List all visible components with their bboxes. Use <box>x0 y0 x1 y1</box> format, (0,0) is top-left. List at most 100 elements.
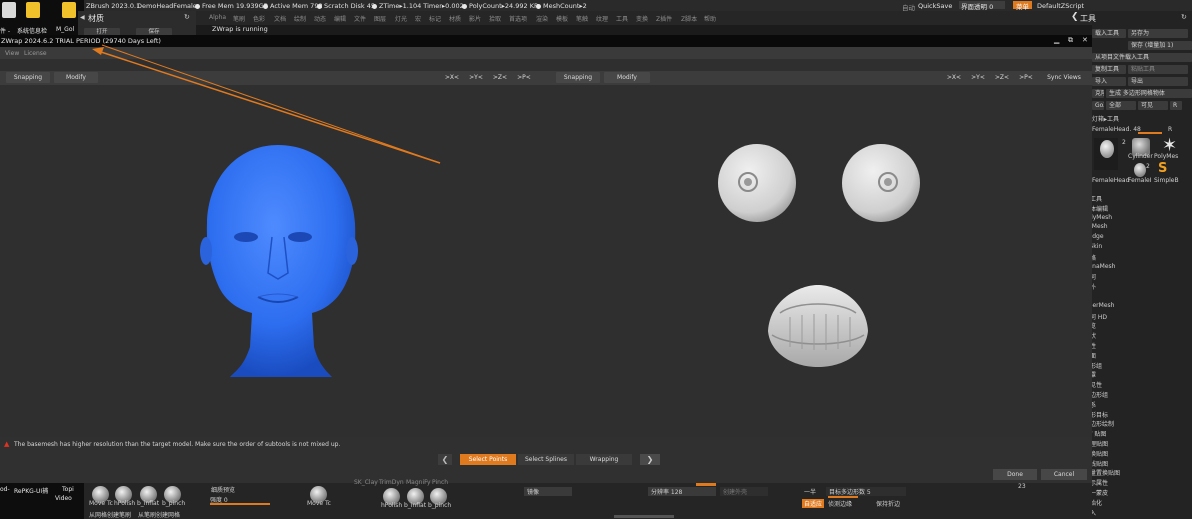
tab-select-points[interactable]: Select Points <box>460 454 516 465</box>
adaptive-toggle[interactable]: 自适应 <box>802 499 825 508</box>
visible-button[interactable]: 可见 <box>1138 101 1168 110</box>
left-axis-y-button[interactable]: >Y< <box>466 72 486 83</box>
refresh-icon[interactable]: ↻ <box>184 13 190 21</box>
make-polymesh-button[interactable]: 生成 多边形网格物体 <box>1106 89 1192 98</box>
menu-edit[interactable]: 编辑 <box>334 14 346 23</box>
tool-subpalette-item[interactable]: 初始化 <box>1084 498 1184 508</box>
tool-subpalette-item[interactable]: 形状 <box>1084 331 1184 341</box>
load-tool-button[interactable]: 载入工具 <box>1092 29 1126 38</box>
menu-transform[interactable]: 变换 <box>636 14 648 23</box>
menu-help[interactable]: 帮助 <box>704 14 716 23</box>
desktop-icon-3[interactable] <box>62 2 76 18</box>
tool-subpalette-item[interactable]: 统一蒙皮 <box>1084 488 1184 498</box>
tool-subpalette-item[interactable]: DynaMesh <box>1084 263 1184 273</box>
menu-draw[interactable]: 绘制 <box>294 14 306 23</box>
tool-subpalette-item[interactable]: 置换贴图 <box>1084 449 1184 459</box>
female-small-thumb-icon[interactable] <box>1134 163 1146 177</box>
menu-texture[interactable]: 纹理 <box>596 14 608 23</box>
menu-zplugin[interactable]: Z插件 <box>656 14 672 23</box>
tool-subpalette-item[interactable]: 预览 <box>1084 321 1184 331</box>
tool-subpalette-item[interactable]: 法线贴图 <box>1084 459 1184 469</box>
save-as-button[interactable]: 另存为 <box>1128 29 1188 38</box>
desktop-icon-2[interactable] <box>26 2 40 18</box>
create-mesh-from-brush-button[interactable]: 从笔刷创建网格 <box>138 510 180 519</box>
menu-picker[interactable]: 拾取 <box>489 14 501 23</box>
menu-document[interactable]: 文档 <box>274 14 286 23</box>
target-teeth-model[interactable] <box>768 285 868 367</box>
basemesh-head-model[interactable] <box>200 145 358 377</box>
tool-subpalette-item[interactable]: 变形组 <box>1084 361 1184 371</box>
interface-transparency-slider[interactable]: 界面透明 0 <box>959 1 1005 11</box>
tool-subpalette-item[interactable]: 可见性 <box>1084 380 1184 390</box>
target-poly-slider[interactable]: 目标多边形数 5 <box>826 487 906 496</box>
tool-subpalette-item[interactable]: FiberMesh <box>1084 302 1184 312</box>
menu-file[interactable]: 文件 <box>354 14 366 23</box>
left-axis-p-button[interactable]: >P< <box>514 72 534 83</box>
tool-subpalette-item[interactable]: ZoMesh <box>1084 223 1184 233</box>
right-axis-p-button[interactable]: >P< <box>1016 72 1036 83</box>
tool-subpalette-item[interactable]: UV 贴图 <box>1084 429 1184 439</box>
tool-subpalette-item[interactable]: k Skin <box>1084 243 1184 253</box>
tool-subpalette-item[interactable]: 变形目标 <box>1084 410 1184 420</box>
export-button[interactable]: 导出 <box>1128 77 1188 86</box>
menu-tool[interactable]: 工具 <box>616 14 628 23</box>
lightbox-tool-label[interactable]: 灯箱▸工具 <box>1092 114 1192 124</box>
tool-subpalette-item[interactable]: 遮罩 <box>1084 370 1184 380</box>
right-axis-x-button[interactable]: >X< <box>944 72 964 83</box>
tool-subpalette-item[interactable]: 子工具 <box>1084 194 1184 204</box>
tool-subpalette-item[interactable]: 显示属性 <box>1084 478 1184 488</box>
minimize-icon[interactable]: ▁ <box>1054 36 1059 44</box>
menu-stencil[interactable]: 模板 <box>556 14 568 23</box>
tool-slider-track[interactable] <box>1138 132 1162 134</box>
tool-subpalette-item[interactable]: 联系 <box>1084 400 1184 410</box>
save-increment-button[interactable]: 保存 (增量加 1) <box>1128 41 1192 50</box>
quicksave-button[interactable]: QuickSave <box>918 2 952 10</box>
close-icon[interactable]: ✕ <box>1082 36 1088 44</box>
target-right-eyeball[interactable] <box>842 144 920 222</box>
menu-light[interactable]: 灯光 <box>395 14 407 23</box>
target-poly-track[interactable] <box>828 496 858 498</box>
menu-marker[interactable]: 标记 <box>429 14 441 23</box>
collapse-arrow-icon[interactable]: ◀ <box>80 14 85 21</box>
menu-preferences[interactable]: 首选项 <box>509 14 527 23</box>
all-button[interactable]: 全部 <box>1106 101 1136 110</box>
tabs-next-chevron-icon[interactable]: ❯ <box>640 454 660 465</box>
tool-subpalette-item[interactable]: 多边形绘制 <box>1084 419 1184 429</box>
r-button[interactable]: R <box>1170 101 1182 110</box>
left-axis-z-button[interactable]: >Z< <box>490 72 510 83</box>
tool-subpalette-item[interactable]: PolyMesh <box>1084 214 1184 224</box>
goz-button[interactable]: GoZ <box>1092 101 1104 110</box>
keep-creases-button[interactable]: 保持折边 <box>876 499 900 508</box>
restore-icon[interactable]: ⧉ <box>1068 36 1073 45</box>
tool-subpalette-item[interactable]: 网格 <box>1084 253 1184 263</box>
tool-collapse-icon[interactable]: ❮ <box>1071 12 1079 22</box>
half-button[interactable]: 一半 <box>804 487 816 496</box>
tool-subpalette-item[interactable]: 表面 <box>1084 351 1184 361</box>
shelf-scroll-indicator[interactable] <box>614 515 674 518</box>
menu-movie[interactable]: 影片 <box>469 14 481 23</box>
tool-subpalette-item[interactable]: 几何 HD <box>1084 312 1184 322</box>
menu-material[interactable]: 材质 <box>449 14 461 23</box>
create-brush-from-mesh-button[interactable]: 从网格创建笔刷 <box>89 510 131 519</box>
import-button[interactable]: 导入 <box>1092 77 1126 86</box>
menu-render[interactable]: 渲染 <box>536 14 548 23</box>
cancel-button[interactable]: Cancel <box>1041 469 1087 480</box>
paste-tool-button[interactable]: 粘贴工具 <box>1128 65 1188 74</box>
tool-thumb-femalehead[interactable] <box>1094 138 1118 170</box>
default-zscript-button[interactable]: DefaultZScript <box>1037 2 1084 10</box>
menu-zscript[interactable]: Z脚本 <box>681 14 697 23</box>
menu-macro[interactable]: 宏 <box>415 14 421 23</box>
right-modify-button[interactable]: Modify <box>604 72 650 83</box>
tool-subpalette-item[interactable]: 纹理贴图 <box>1084 439 1184 449</box>
mirror-button[interactable]: 镜像 <box>524 487 572 496</box>
menu-button[interactable]: 菜单 <box>1013 1 1032 11</box>
load-from-project-button[interactable]: 从项目文件载入工具 <box>1092 53 1192 62</box>
target-left-eyeball[interactable] <box>718 144 796 222</box>
menu-stroke[interactable]: 笔触 <box>576 14 588 23</box>
detect-edges-button[interactable]: 侦测边缘 <box>828 499 852 508</box>
simplebrush-icon[interactable]: S <box>1158 161 1167 176</box>
create-shell-button[interactable]: 创建外壳 <box>720 487 768 496</box>
tool-subpalette-item[interactable]: 拓扑 <box>1084 282 1184 292</box>
tool-subpalette-item[interactable]: 矢量置换贴图 <box>1084 468 1184 478</box>
sync-views-button[interactable]: Sync Views <box>1040 72 1088 83</box>
